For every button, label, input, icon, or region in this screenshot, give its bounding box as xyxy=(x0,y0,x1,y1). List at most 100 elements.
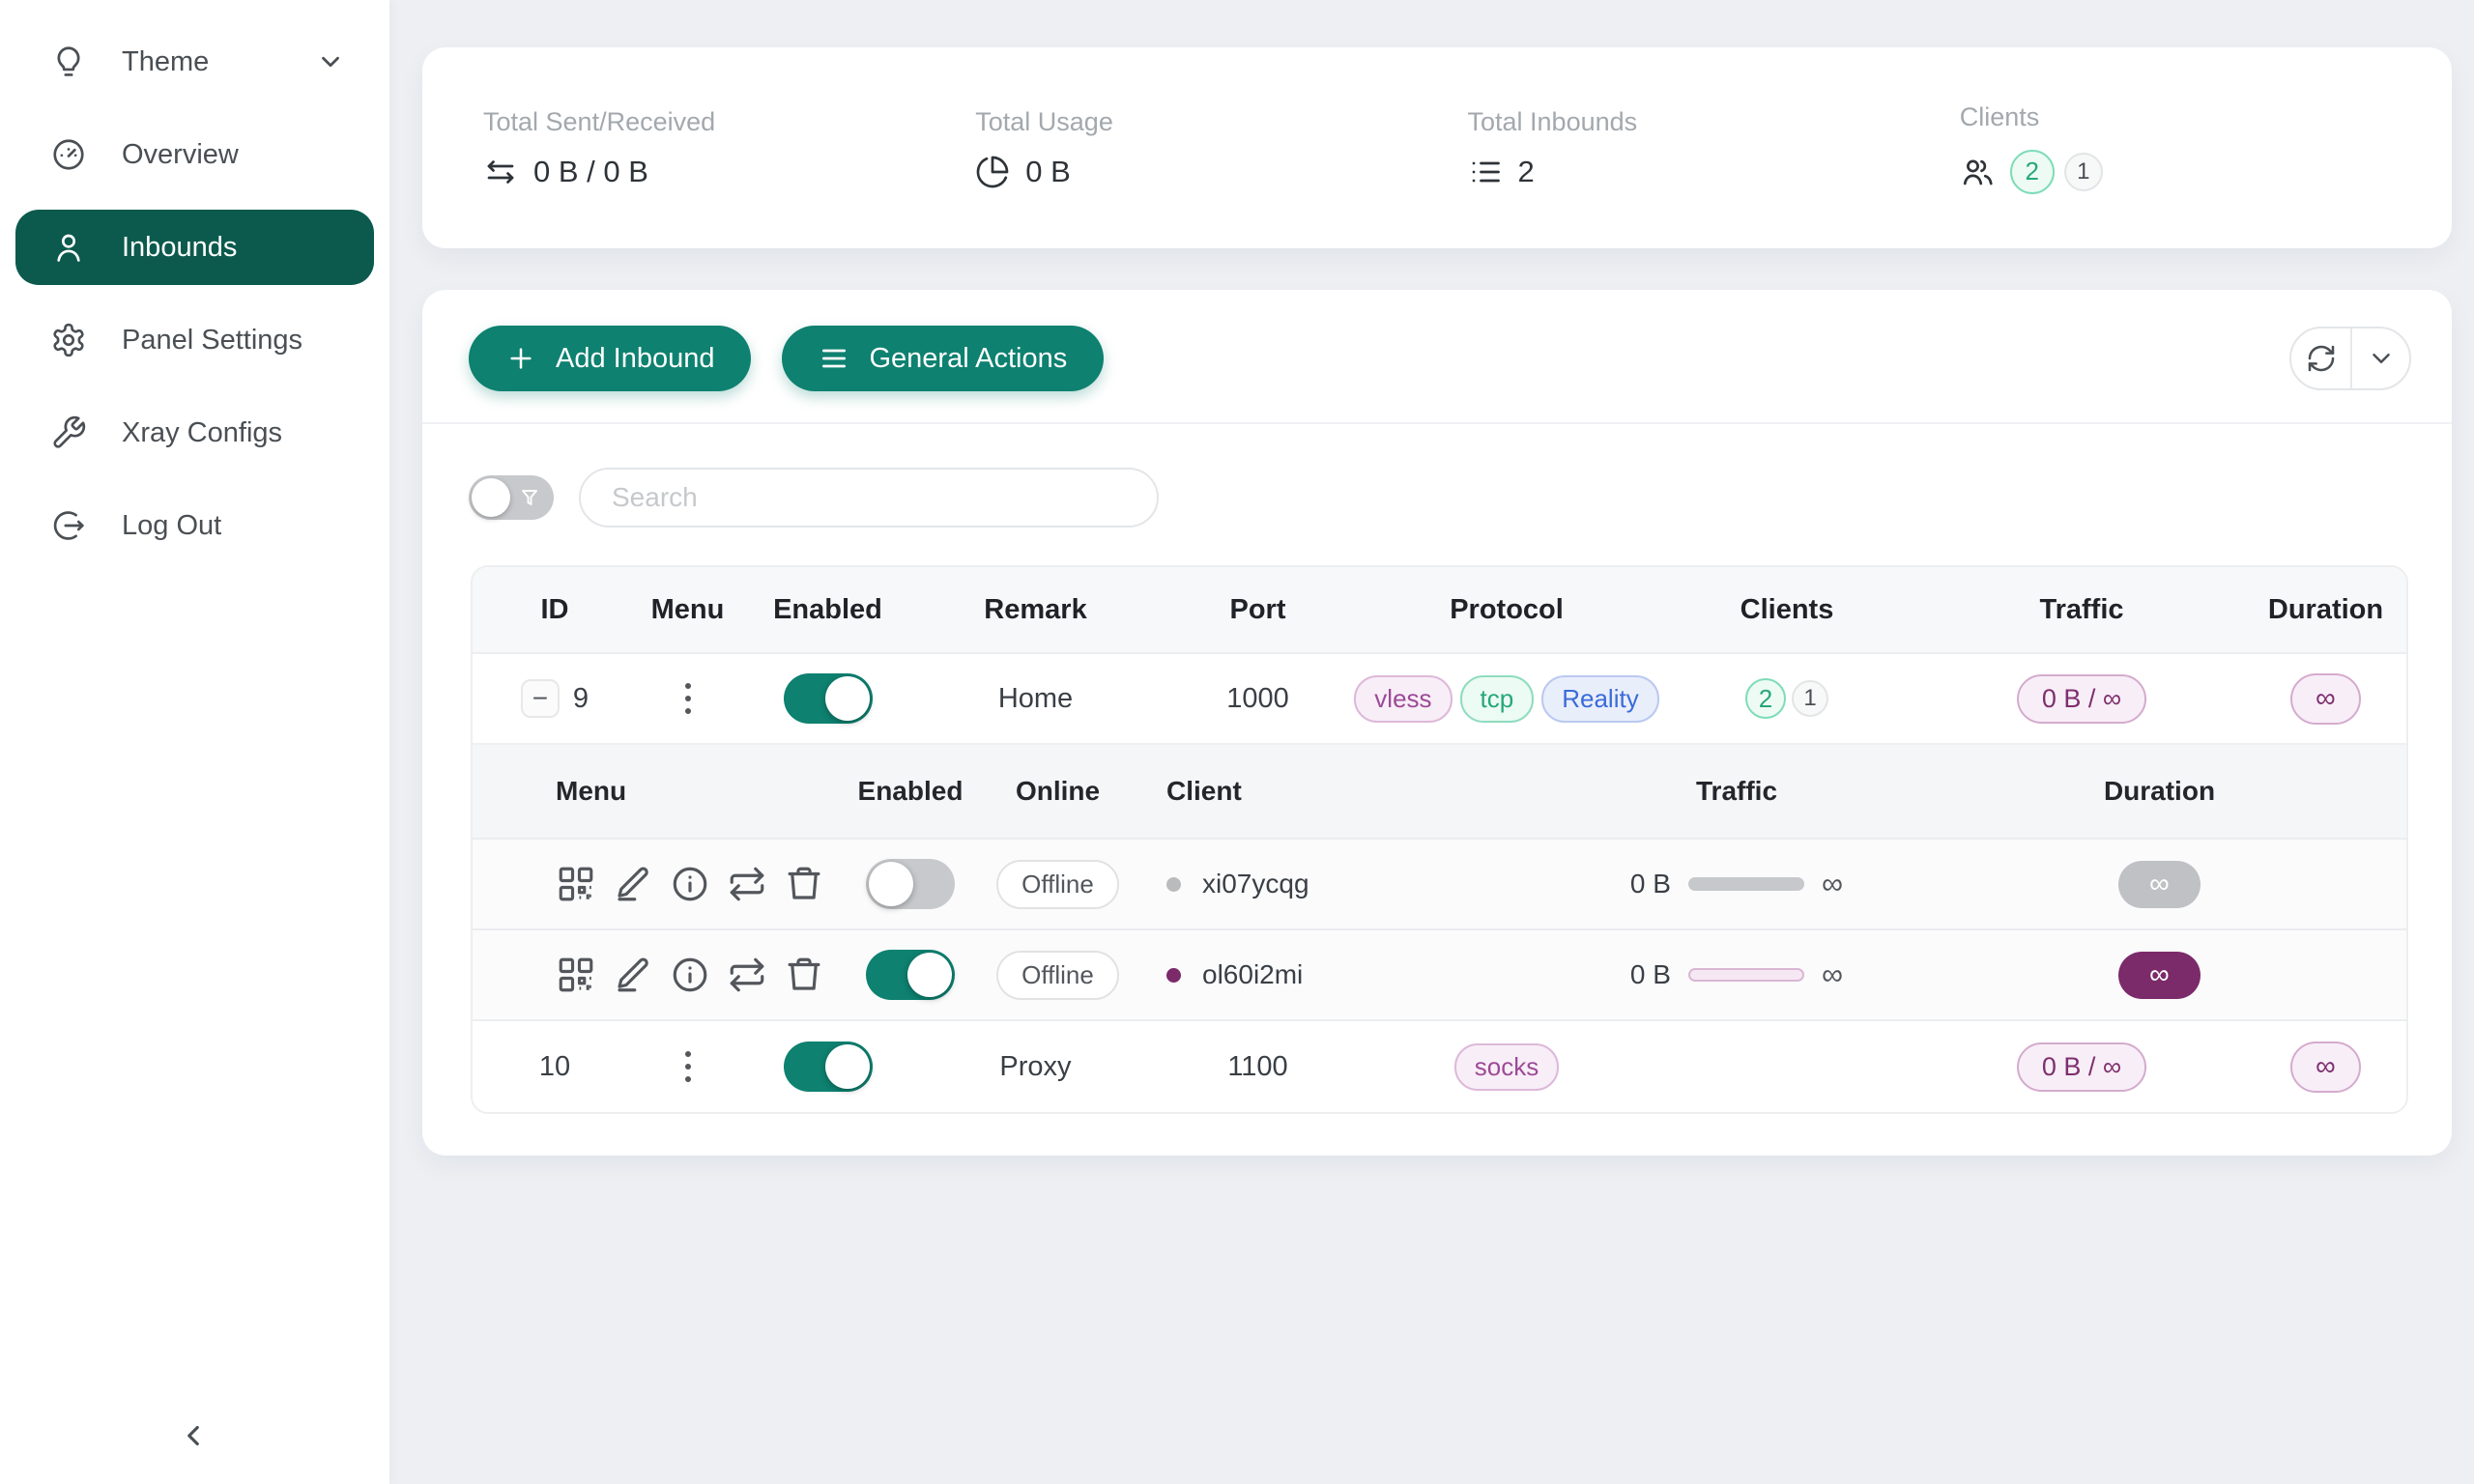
user-icon xyxy=(50,229,87,266)
inbound-remark: Home xyxy=(917,683,1154,715)
enabled-toggle[interactable] xyxy=(784,673,873,724)
chevron-left-icon xyxy=(177,1419,210,1452)
people-icon xyxy=(1960,155,1995,189)
header-protocol: Protocol xyxy=(1362,594,1652,626)
sidebar-item-label: Theme xyxy=(122,46,209,78)
inbounds-table: ID Menu Enabled Remark Port Protocol Cli… xyxy=(471,565,2408,1114)
chevron-down-icon xyxy=(316,47,345,76)
enabled-toggle[interactable] xyxy=(784,1042,873,1092)
wrench-icon xyxy=(50,414,87,451)
hamburger-icon xyxy=(819,343,849,374)
reset-traffic-icon[interactable] xyxy=(727,955,767,995)
dashboard-icon xyxy=(50,136,87,173)
add-inbound-button[interactable]: Add Inbound xyxy=(469,326,751,391)
toggle-knob xyxy=(472,478,510,517)
clients-deactivated-badge: 1 xyxy=(1792,680,1828,717)
logout-icon xyxy=(50,507,87,544)
qr-code-icon[interactable] xyxy=(556,864,596,904)
protocol-tag: socks xyxy=(1454,1043,1559,1091)
traffic-total: ∞ xyxy=(1822,867,1843,901)
sidebar-item-label: Inbounds xyxy=(122,232,237,264)
search-row xyxy=(469,468,1159,528)
client-subtable: Menu Enabled Online Client Traffic Durat… xyxy=(473,743,2406,1019)
trash-icon[interactable] xyxy=(784,955,824,995)
subheader-client: Client xyxy=(1128,776,1442,807)
trash-icon[interactable] xyxy=(784,864,824,904)
sidebar-item-theme[interactable]: Theme xyxy=(15,24,374,100)
sidebar-item-label: Overview xyxy=(122,139,239,171)
header-traffic: Traffic xyxy=(1922,594,2241,626)
filter-toggle[interactable] xyxy=(469,475,554,520)
search-input[interactable] xyxy=(579,468,1159,528)
plus-icon xyxy=(505,343,536,374)
sidebar-item-label: Log Out xyxy=(122,510,221,542)
subheader-traffic: Traffic xyxy=(1442,776,2031,807)
general-actions-label: General Actions xyxy=(869,343,1067,375)
header-enabled: Enabled xyxy=(738,594,917,626)
stat-label: Total Inbounds xyxy=(1468,107,1960,137)
traffic-pill: 0 B / ∞ xyxy=(2017,674,2146,724)
header-clients: Clients xyxy=(1652,594,1922,626)
protocol-tag: tcp xyxy=(1460,675,1535,723)
stat-total-sent-received: Total Sent/Received 0 B / 0 B xyxy=(483,107,975,189)
header-menu: Menu xyxy=(637,594,738,626)
toolbar-divider xyxy=(422,422,2452,424)
general-actions-button[interactable]: General Actions xyxy=(782,326,1104,391)
traffic-pill: 0 B / ∞ xyxy=(2017,1042,2146,1092)
inbound-remark: Proxy xyxy=(917,1051,1154,1083)
client-name: ol60i2mi xyxy=(1202,959,1303,990)
client-row: Offline ol60i2mi 0 B ∞ ∞ xyxy=(473,928,2406,1019)
stat-label: Clients xyxy=(1960,102,2452,132)
client-color-dot xyxy=(1166,877,1181,892)
refresh-options-button[interactable] xyxy=(2350,328,2409,388)
header-remark: Remark xyxy=(917,594,1154,626)
refresh-icon xyxy=(2306,343,2337,374)
stat-label: Total Usage xyxy=(975,107,1467,137)
inbound-port: 1100 xyxy=(1154,1051,1362,1083)
stat-total-inbounds: Total Inbounds 2 xyxy=(1468,107,1960,189)
refresh-button-group xyxy=(2289,327,2411,390)
sidebar-item-xray-configs[interactable]: Xray Configs xyxy=(15,395,374,471)
clients-enabled-badge: 2 xyxy=(2010,150,2055,194)
clients-enabled-badge: 2 xyxy=(1745,678,1786,719)
subheader-enabled: Enabled xyxy=(833,776,988,807)
duration-pill: ∞ xyxy=(2290,673,2361,725)
sidebar-item-log-out[interactable]: Log Out xyxy=(15,488,374,563)
filter-funnel-icon xyxy=(518,486,541,509)
sidebar-item-overview[interactable]: Overview xyxy=(15,117,374,192)
inbound-row: − 9 Home 1000 vless tcp Reality 2 1 0 B … xyxy=(473,654,2406,743)
gear-icon xyxy=(50,322,87,358)
duration-pill: ∞ xyxy=(2118,952,2201,999)
edit-pencil-icon[interactable] xyxy=(613,955,653,995)
info-icon[interactable] xyxy=(670,955,710,995)
stat-value: 2 xyxy=(1518,155,1535,189)
header-port: Port xyxy=(1154,594,1362,626)
sidebar-item-panel-settings[interactable]: Panel Settings xyxy=(15,302,374,378)
toolbar: Add Inbound General Actions xyxy=(469,326,2411,391)
info-icon[interactable] xyxy=(670,864,710,904)
inbound-id: 10 xyxy=(539,1051,570,1083)
client-enabled-toggle[interactable] xyxy=(866,859,955,909)
sidebar-item-inbounds[interactable]: Inbounds xyxy=(15,210,374,285)
subheader-menu: Menu xyxy=(527,776,833,807)
sidebar: Theme Overview Inbounds Panel Settings xyxy=(0,0,389,1484)
client-enabled-toggle[interactable] xyxy=(866,950,955,1000)
traffic-progress-bar xyxy=(1688,968,1804,982)
subheader-duration: Duration xyxy=(2031,776,2287,807)
pie-chart-icon xyxy=(975,155,1010,189)
client-subtable-header: Menu Enabled Online Client Traffic Durat… xyxy=(473,745,2406,838)
reset-traffic-icon[interactable] xyxy=(727,864,767,904)
sidebar-collapse-button[interactable] xyxy=(162,1405,224,1467)
dots-menu-icon[interactable] xyxy=(679,1045,697,1088)
inbound-port: 1000 xyxy=(1154,683,1362,715)
qr-code-icon[interactable] xyxy=(556,955,596,995)
dots-menu-icon[interactable] xyxy=(679,677,697,720)
stat-value: 0 B / 0 B xyxy=(533,155,648,189)
inbound-id: 9 xyxy=(573,683,589,715)
edit-pencil-icon[interactable] xyxy=(613,864,653,904)
traffic-progress-bar xyxy=(1688,877,1804,891)
refresh-button[interactable] xyxy=(2291,328,2350,388)
transfer-icon xyxy=(483,155,518,189)
collapse-row-button[interactable]: − xyxy=(521,679,560,718)
header-id: ID xyxy=(473,594,637,626)
